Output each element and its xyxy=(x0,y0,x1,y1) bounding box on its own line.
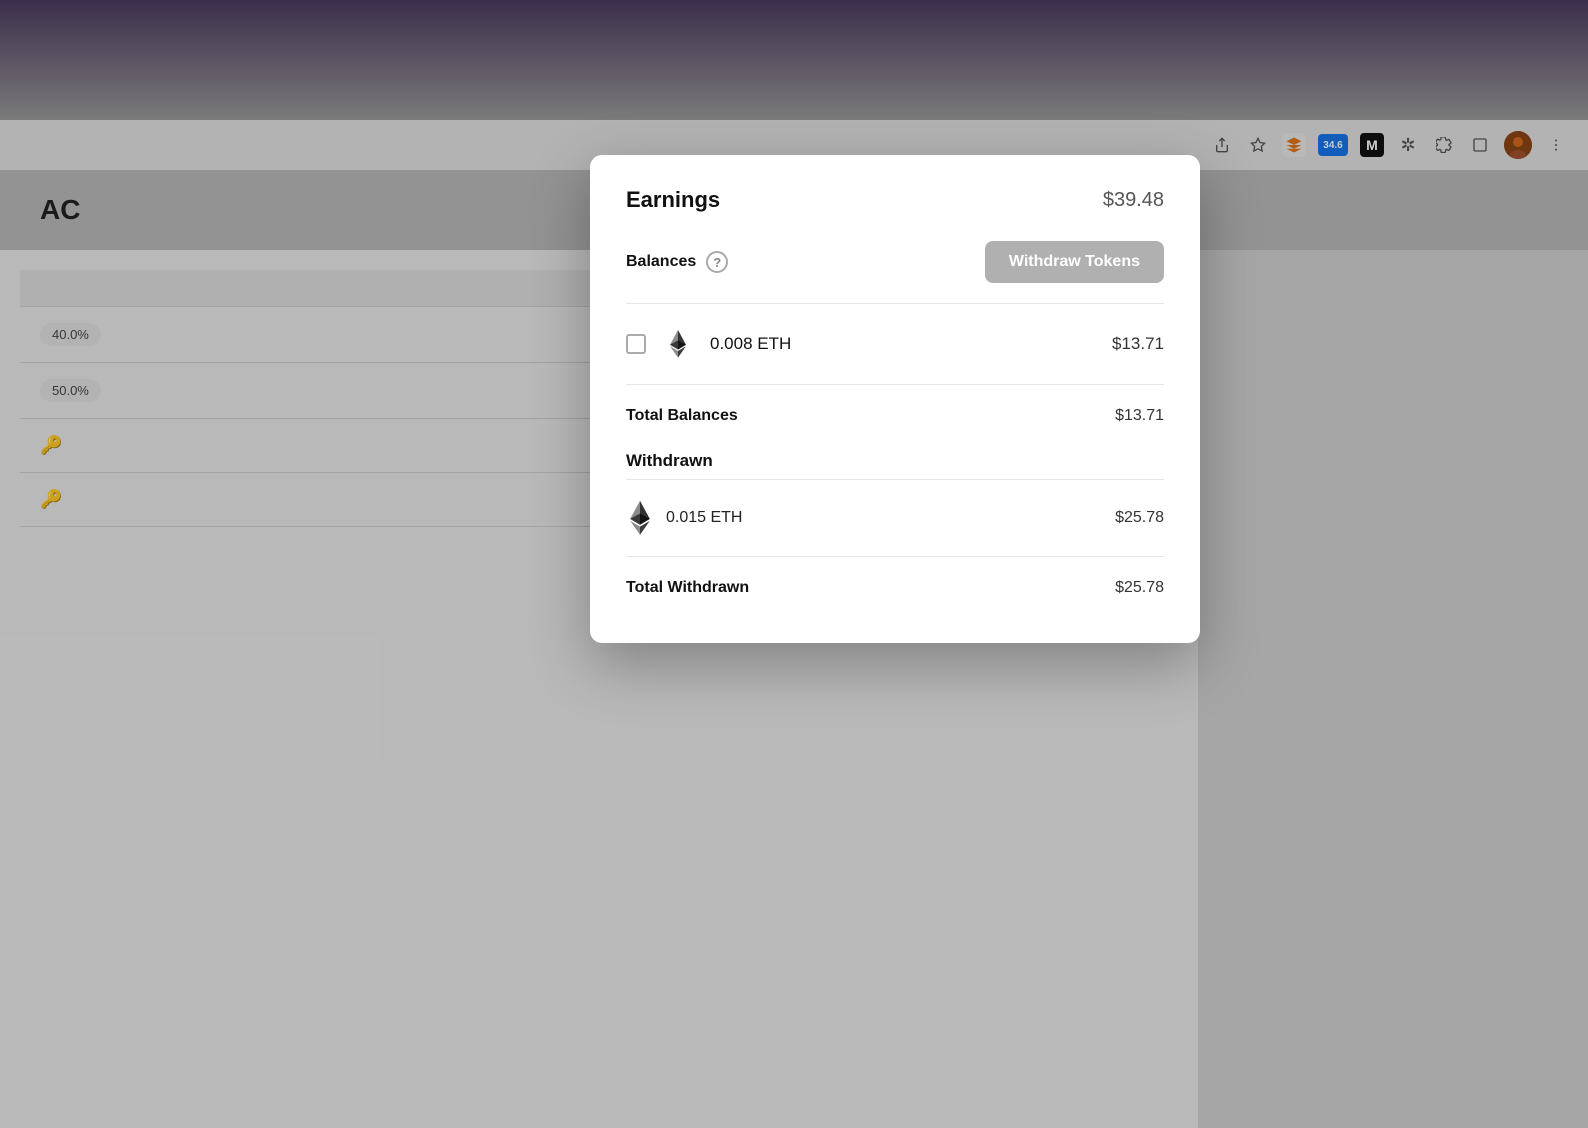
balances-section-header: Balances ? Withdraw Tokens xyxy=(626,241,1164,283)
balances-label-group: Balances ? xyxy=(626,251,728,273)
eth-amount: 0.008 ETH xyxy=(710,334,791,354)
total-withdrawn-row: Total Withdrawn $25.78 xyxy=(626,565,1164,611)
withdrawn-label: Withdrawn xyxy=(626,451,1164,471)
ethereum-icon xyxy=(662,328,694,360)
divider-3 xyxy=(626,479,1164,480)
total-balances-value: $13.71 xyxy=(1115,407,1164,425)
eth-value: $13.71 xyxy=(1112,334,1164,354)
balances-label: Balances xyxy=(626,253,696,271)
total-withdrawn-label: Total Withdrawn xyxy=(626,579,749,597)
modal-total-earnings: $39.48 xyxy=(1103,189,1164,212)
help-icon[interactable]: ? xyxy=(706,251,728,273)
withdraw-tokens-button[interactable]: Withdraw Tokens xyxy=(985,241,1164,283)
modal-title: Earnings xyxy=(626,187,720,213)
total-balances-row: Total Balances $13.71 xyxy=(626,393,1164,439)
total-withdrawn-value: $25.78 xyxy=(1115,579,1164,597)
earnings-modal: Earnings $39.48 Balances ? Withdraw Toke… xyxy=(590,155,1200,643)
ethereum-withdrawn-icon xyxy=(626,504,654,532)
total-balances-label: Total Balances xyxy=(626,407,738,425)
eth-checkbox[interactable] xyxy=(626,334,646,354)
divider-4 xyxy=(626,556,1164,557)
withdrawn-section: Withdrawn 0.015 ETH $25.78 xyxy=(626,451,1164,611)
withdrawn-eth-amount: 0.015 ETH xyxy=(666,509,742,527)
balance-left: 0.008 ETH xyxy=(626,328,791,360)
modal-header: Earnings $39.48 xyxy=(626,187,1164,213)
withdrawn-left: 0.015 ETH xyxy=(626,504,742,532)
withdrawn-eth-row: 0.015 ETH $25.78 xyxy=(626,488,1164,548)
eth-balance-row: 0.008 ETH $13.71 xyxy=(626,312,1164,376)
divider-2 xyxy=(626,384,1164,385)
divider-1 xyxy=(626,303,1164,304)
withdrawn-eth-value: $25.78 xyxy=(1115,509,1164,527)
